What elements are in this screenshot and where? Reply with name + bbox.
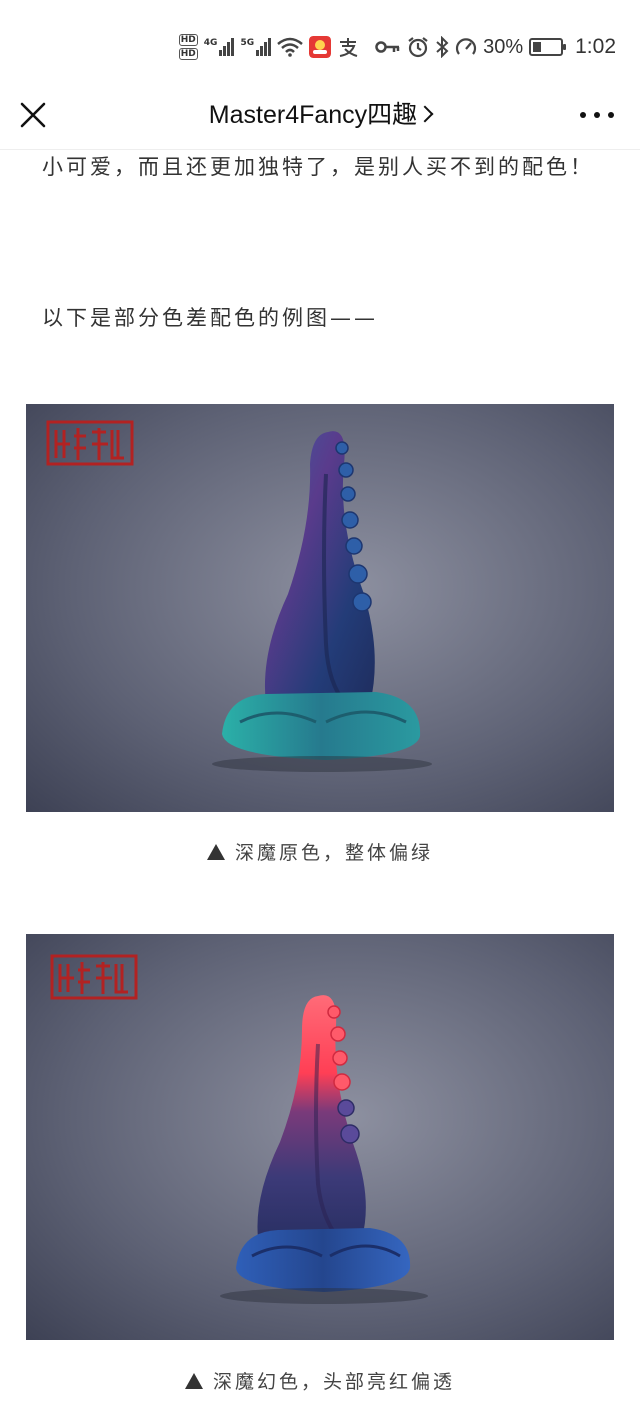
- network-label-5g: 5G: [240, 38, 255, 48]
- hd-indicators: HD HD: [178, 34, 198, 60]
- account-name: Master4Fancy四趣: [208, 101, 418, 129]
- clock: 1:02: [575, 35, 616, 58]
- network-label-4g: 4G: [203, 38, 218, 48]
- product-photo-illusion-color[interactable]: [26, 934, 614, 1340]
- hd-badge-2: HD: [178, 48, 198, 60]
- caption-text: 深魔原色，整体偏绿: [234, 842, 433, 864]
- article-paragraph: 小可爱，而且还更加独特了，是别人买不到的配色！: [42, 155, 594, 179]
- battery-percent: 30%: [483, 35, 524, 58]
- triangle-icon: [206, 844, 225, 860]
- image-caption: 深魔原色，整体偏绿: [0, 838, 640, 865]
- app-notification-icon: [309, 36, 332, 58]
- chevron-right-icon: [416, 105, 434, 123]
- more-icon[interactable]: [580, 100, 614, 130]
- alarm-icon: [408, 37, 428, 58]
- triangle-icon: [184, 1373, 203, 1389]
- bluetooth-icon: [436, 36, 449, 58]
- signal-4g-icon: 4G: [204, 38, 235, 56]
- wifi-icon: [277, 37, 303, 57]
- battery-icon: [529, 38, 567, 56]
- speedometer-icon: [456, 38, 477, 55]
- hd-badge-1: HD: [178, 34, 198, 46]
- status-bar: HD HD 4G 5G 30% 1:02: [0, 0, 640, 90]
- account-title-link[interactable]: Master4Fancy四趣: [0, 98, 640, 132]
- battery-fill: [533, 42, 542, 52]
- article-paragraph: 以下是部分色差配色的例图——: [42, 306, 378, 330]
- product-photo-original-color[interactable]: [26, 404, 614, 812]
- image-caption: 深魔幻色，头部亮红偏透: [0, 1367, 640, 1394]
- caption-text: 深魔幻色，头部亮红偏透: [212, 1371, 455, 1393]
- alipay-icon: [339, 38, 358, 57]
- signal-5g-icon: 5G: [240, 38, 272, 56]
- key-icon: [375, 41, 400, 53]
